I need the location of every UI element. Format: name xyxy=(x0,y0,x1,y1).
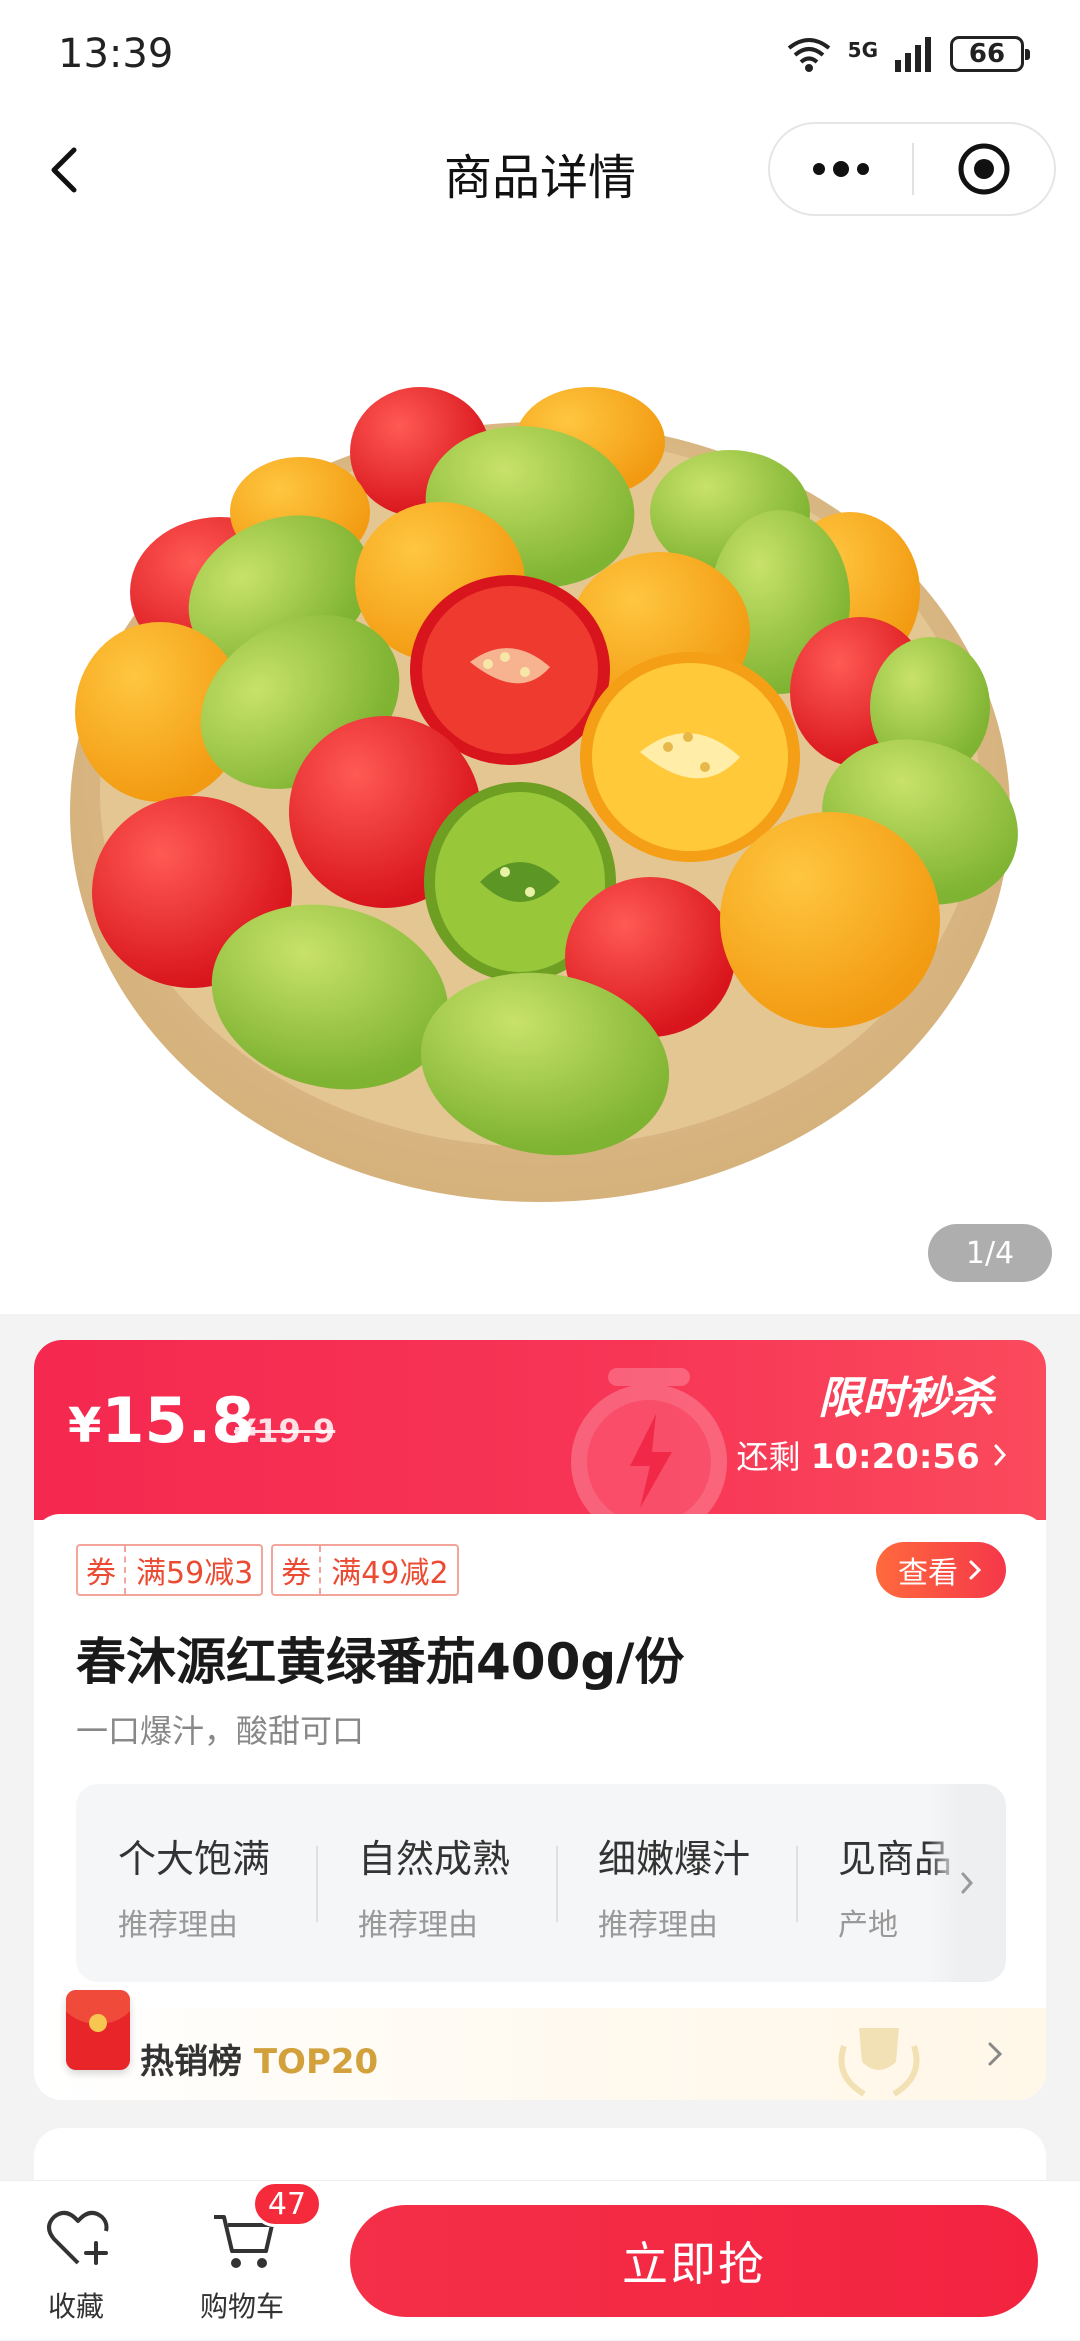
battery-level: 66 xyxy=(968,39,1006,69)
network-type-label: 5G xyxy=(847,38,878,62)
more-dot-icon xyxy=(813,163,825,175)
more-dot-icon xyxy=(833,161,849,177)
sale-price-value: 15.8 xyxy=(101,1384,255,1457)
battery-icon: 66 xyxy=(950,36,1030,72)
trophy-badge-icon xyxy=(838,2028,920,2097)
reason-item: 细嫩爆汁 推荐理由 xyxy=(556,1784,796,1982)
sale-price: ¥15.8 xyxy=(68,1384,254,1457)
product-details: 券 满59减3 券 满49减2 查看 春沐源红黄绿番茄400g/份 一口爆汁，酸… xyxy=(34,1514,1046,2100)
coupon-text: 满59减3 xyxy=(136,1556,254,1591)
hot-rank-label: 热销榜 xyxy=(140,2042,242,2082)
chevron-right-icon xyxy=(988,2042,1003,2066)
heart-plus-icon xyxy=(47,2210,109,2265)
product-subtitle: 一口爆汁，酸甜可口 xyxy=(76,1712,365,1750)
cart-button[interactable]: 47 购物车 xyxy=(172,2181,322,2341)
hot-rank-row[interactable]: 热销榜 TOP20 xyxy=(34,2008,1046,2100)
recommend-reasons[interactable]: 个大饱满 推荐理由 自然成熟 推荐理由 细嫩爆汁 推荐理由 见商品 产地 xyxy=(76,1784,1006,1982)
view-coupons-label: 查看 xyxy=(898,1556,958,1591)
target-circle-icon xyxy=(958,143,1010,195)
status-icons: 5G 66 xyxy=(786,36,1030,72)
original-price: ¥19.9 xyxy=(234,1412,336,1450)
hot-rank-text: 热销榜 TOP20 xyxy=(140,2034,378,2083)
favorite-button[interactable]: 收藏 xyxy=(6,2181,146,2341)
cart-count-badge: 47 xyxy=(252,2181,322,2227)
bottom-action-bar: 收藏 47 购物车 立即抢 xyxy=(0,2180,1080,2340)
coupon-tag: 券 xyxy=(78,1546,126,1594)
reason-subtitle: 产地 xyxy=(838,1908,898,1943)
more-button[interactable] xyxy=(770,124,912,214)
reason-title: 个大饱满 xyxy=(118,1837,271,1881)
cart-label: 购物车 xyxy=(199,2290,284,2323)
tomato-bowl-image xyxy=(70,387,1018,1202)
reason-subtitle: 推荐理由 xyxy=(118,1908,238,1943)
chevron-right-icon xyxy=(994,1444,1007,1466)
coupon-list: 券 满59减3 券 满49减2 xyxy=(76,1544,459,1596)
hot-rank-position: TOP20 xyxy=(253,2042,379,2082)
countdown[interactable]: 还剩 10:20:56 xyxy=(737,1432,1011,1478)
coupon-badge[interactable]: 券 满49减2 xyxy=(271,1544,459,1596)
reason-subtitle: 推荐理由 xyxy=(598,1908,718,1943)
coupon-tag: 券 xyxy=(273,1546,322,1594)
flash-sale-label: 限时秒杀 xyxy=(818,1373,994,1424)
reason-item: 个大饱满 推荐理由 xyxy=(76,1784,316,1982)
wifi-icon xyxy=(787,38,830,72)
alarm-clock-icon xyxy=(571,1368,727,1520)
product-image-gallery[interactable]: 1/4 xyxy=(0,232,1080,1314)
reason-subtitle: 推荐理由 xyxy=(358,1908,478,1943)
mini-program-capsule xyxy=(768,122,1056,216)
more-dot-icon xyxy=(857,163,869,175)
status-time: 13:39 xyxy=(58,31,174,77)
product-info-card: ¥15.8 ¥19.9 限时秒杀 还剩 10:20:56 券 满59减3 券 满… xyxy=(34,1340,1046,2100)
countdown-time: 10:20:56 xyxy=(810,1437,980,1477)
chevron-right-icon xyxy=(961,1872,974,1894)
reasons-more-button[interactable] xyxy=(928,1784,1006,1982)
coupon-text: 满49减2 xyxy=(331,1556,449,1591)
signal-icon xyxy=(895,37,931,72)
chevron-right-icon xyxy=(969,1560,982,1580)
red-packet-clasp xyxy=(89,2014,107,2032)
red-packet-icon[interactable] xyxy=(66,1990,130,2070)
flash-sale-banner: ¥15.8 ¥19.9 限时秒杀 还剩 10:20:56 xyxy=(34,1340,1046,1520)
view-coupons-button[interactable]: 查看 xyxy=(876,1542,1006,1598)
status-bar: 13:39 5G 66 xyxy=(0,0,1080,108)
nav-bar: 商品详情 xyxy=(0,108,1080,232)
buy-now-button[interactable]: 立即抢 xyxy=(350,2205,1038,2317)
image-counter: 1/4 xyxy=(928,1224,1052,1282)
reason-item: 自然成熟 推荐理由 xyxy=(316,1784,556,1982)
close-miniprogram-button[interactable] xyxy=(914,141,1054,197)
currency-symbol: ¥ xyxy=(68,1398,102,1454)
product-title: 春沐源红黄绿番茄400g/份 xyxy=(76,1633,685,1691)
favorite-label: 收藏 xyxy=(47,2290,104,2323)
reason-title: 自然成熟 xyxy=(358,1837,511,1881)
countdown-prefix: 还剩 xyxy=(736,1438,801,1476)
reason-title: 细嫩爆汁 xyxy=(598,1837,751,1881)
coupon-badge[interactable]: 券 满59减3 xyxy=(76,1544,264,1596)
